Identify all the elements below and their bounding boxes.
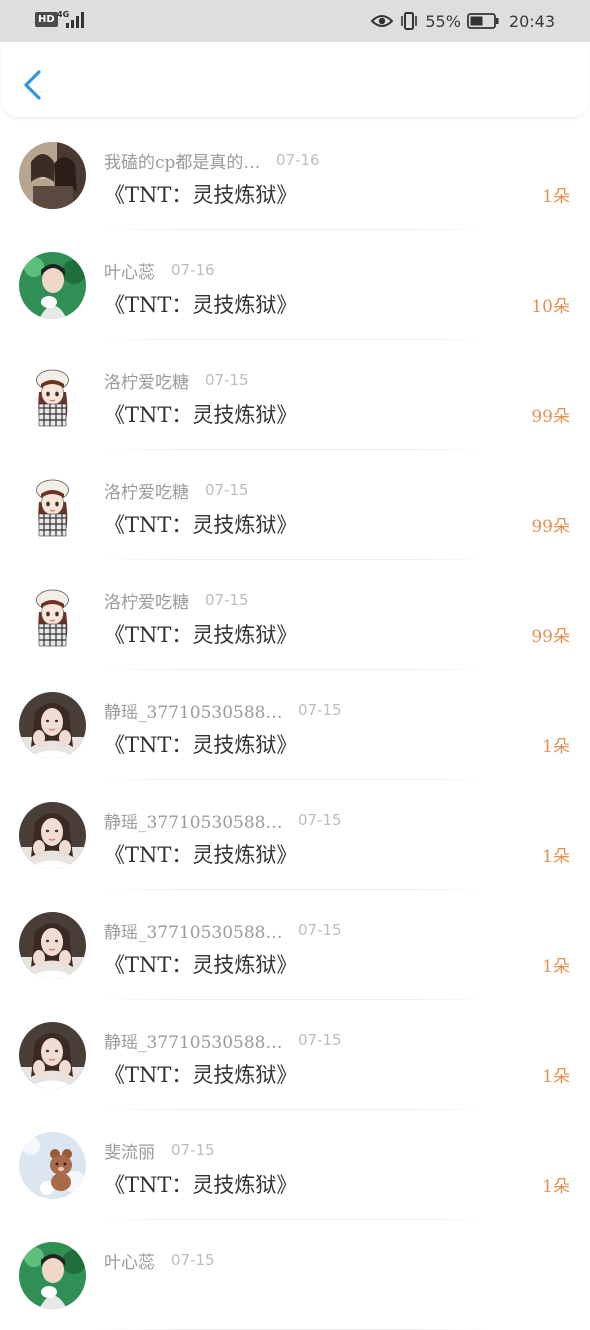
clock: 20:43 xyxy=(508,11,555,31)
list-item[interactable]: 静瑶_37710530588… 07-15 《TNT：灵技炼狱》 1朵 xyxy=(0,1000,590,1110)
date: 07-15 xyxy=(171,1251,215,1269)
list-item[interactable]: 斐流丽 07-15 《TNT：灵技炼狱》 1朵 xyxy=(0,1110,590,1220)
book-title: 《TNT：灵技炼狱》 xyxy=(104,623,298,647)
user-name: 叶心蕊 xyxy=(104,1253,155,1273)
user-name: 叶心蕊 xyxy=(104,263,155,283)
avatar[interactable] xyxy=(19,912,86,979)
list-item[interactable]: 静瑶_37710530588… 07-15 《TNT：灵技炼狱》 1朵 xyxy=(0,890,590,1000)
flower-count: 1朵 xyxy=(542,847,570,867)
chevron-left-icon xyxy=(24,70,41,100)
list-item[interactable]: 洛柠爱吃糖 07-15 《TNT：灵技炼狱》 99朵 xyxy=(0,450,590,560)
date: 07-16 xyxy=(171,261,215,279)
flower-count: 1朵 xyxy=(542,737,570,757)
user-name: 洛柠爱吃糖 xyxy=(104,483,189,503)
user-name: 我磕的cp都是真的… xyxy=(104,153,261,173)
battery-percent: 55% xyxy=(425,11,461,31)
signal-icon xyxy=(66,12,84,28)
date: 07-15 xyxy=(298,1031,342,1049)
avatar[interactable] xyxy=(19,362,86,429)
book-title: 《TNT：灵技炼狱》 xyxy=(104,183,298,207)
avatar[interactable] xyxy=(19,582,86,649)
date: 07-15 xyxy=(205,591,249,609)
hd-badge: HD xyxy=(35,12,58,27)
user-name: 静瑶_37710530588… xyxy=(104,813,283,833)
eye-icon xyxy=(371,15,394,27)
list-item[interactable]: 叶心蕊 07-15 xyxy=(0,1220,590,1330)
battery-icon xyxy=(466,13,499,29)
top-bar xyxy=(2,42,588,117)
book-title: 《TNT：灵技炼狱》 xyxy=(104,843,298,867)
date: 07-15 xyxy=(298,701,342,719)
flower-count: 99朵 xyxy=(531,517,570,537)
avatar[interactable] xyxy=(19,802,86,869)
flower-count: 1朵 xyxy=(542,957,570,977)
list-item[interactable]: 洛柠爱吃糖 07-15 《TNT：灵技炼狱》 99朵 xyxy=(0,340,590,450)
list-item[interactable]: 静瑶_37710530588… 07-15 《TNT：灵技炼狱》 1朵 xyxy=(0,780,590,890)
flower-count: 10朵 xyxy=(531,297,570,317)
flower-count: 99朵 xyxy=(531,627,570,647)
back-button[interactable] xyxy=(20,68,50,102)
book-title: 《TNT：灵技炼狱》 xyxy=(104,513,298,537)
date: 07-15 xyxy=(205,481,249,499)
book-title: 《TNT：灵技炼狱》 xyxy=(104,293,298,317)
flower-count: 99朵 xyxy=(531,407,570,427)
book-title: 《TNT：灵技炼狱》 xyxy=(104,1063,298,1087)
date: 07-15 xyxy=(171,1141,215,1159)
avatar[interactable] xyxy=(19,1022,86,1089)
date: 07-16 xyxy=(276,151,320,169)
vibrate-icon xyxy=(401,12,418,30)
list-item[interactable]: 静瑶_37710530588… 07-15 《TNT：灵技炼狱》 1朵 xyxy=(0,670,590,780)
user-name: 斐流丽 xyxy=(104,1143,155,1163)
list-item[interactable]: 洛柠爱吃糖 07-15 《TNT：灵技炼狱》 99朵 xyxy=(0,560,590,670)
flower-count: 1朵 xyxy=(542,1177,570,1197)
date: 07-15 xyxy=(298,811,342,829)
flower-count: 1朵 xyxy=(542,1067,570,1087)
book-title: 《TNT：灵技炼狱》 xyxy=(104,953,298,977)
gift-list: 我磕的cp都是真的… 07-16 《TNT：灵技炼狱》 1朵 叶心蕊 07-16 《TNT… xyxy=(0,120,590,1330)
status-bar: HD 4G 55% 20:43 xyxy=(0,0,590,42)
date: 07-15 xyxy=(298,921,342,939)
user-name: 静瑶_37710530588… xyxy=(104,703,283,723)
date: 07-15 xyxy=(205,371,249,389)
avatar[interactable] xyxy=(19,142,86,209)
user-name: 洛柠爱吃糖 xyxy=(104,373,189,393)
book-title: 《TNT：灵技炼狱》 xyxy=(104,733,298,757)
user-name: 静瑶_37710530588… xyxy=(104,1033,283,1053)
avatar[interactable] xyxy=(19,1132,86,1199)
flower-count: 1朵 xyxy=(542,187,570,207)
avatar[interactable] xyxy=(19,692,86,759)
avatar[interactable] xyxy=(19,472,86,539)
book-title: 《TNT：灵技炼狱》 xyxy=(104,403,298,427)
book-title: 《TNT：灵技炼狱》 xyxy=(104,1173,298,1197)
list-item[interactable]: 叶心蕊 07-16 《TNT：灵技炼狱》 10朵 xyxy=(0,230,590,340)
user-name: 静瑶_37710530588… xyxy=(104,923,283,943)
user-name: 洛柠爱吃糖 xyxy=(104,593,189,613)
avatar[interactable] xyxy=(19,252,86,319)
avatar[interactable] xyxy=(19,1242,86,1309)
list-item[interactable]: 我磕的cp都是真的… 07-16 《TNT：灵技炼狱》 1朵 xyxy=(0,120,590,230)
